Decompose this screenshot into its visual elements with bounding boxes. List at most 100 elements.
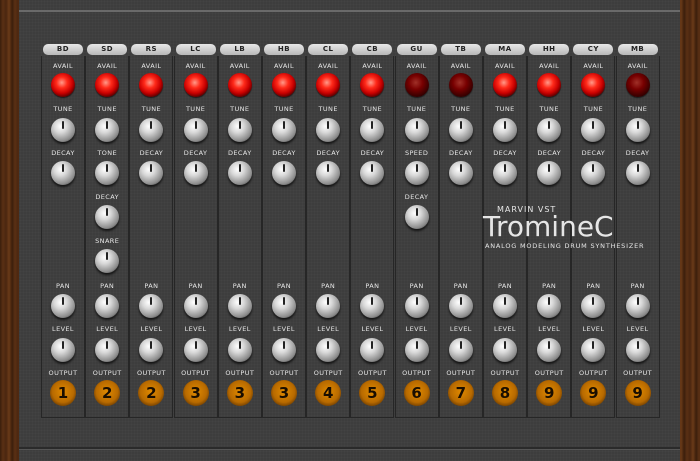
- avail-led[interactable]: [625, 73, 650, 97]
- avail-led[interactable]: [537, 73, 562, 97]
- output-label: OUTPUT: [490, 369, 520, 377]
- output-selector[interactable]: 9: [624, 380, 651, 406]
- output-selector[interactable]: 8: [492, 380, 518, 406]
- level-knob[interactable]: [183, 338, 208, 362]
- tune-knob[interactable]: [493, 118, 517, 142]
- tune-knob[interactable]: [537, 118, 562, 142]
- tune-knob[interactable]: [316, 118, 341, 142]
- output-selector[interactable]: 1: [50, 380, 76, 406]
- output-selector[interactable]: 4: [315, 380, 342, 406]
- strip-divider: [129, 417, 174, 418]
- tone-knob[interactable]: [95, 161, 120, 185]
- pan-label: PAN: [453, 282, 468, 290]
- speed-label: SPEED: [404, 149, 429, 157]
- level-knob[interactable]: [227, 338, 252, 362]
- decay-knob[interactable]: [493, 161, 517, 185]
- decay-knob[interactable]: [51, 161, 75, 185]
- level-knob[interactable]: [493, 338, 517, 362]
- tune-knob[interactable]: [272, 118, 296, 142]
- decay-knob[interactable]: [139, 161, 164, 185]
- channel-strip-hb: HB AVAIL TUNE DECAY PAN LEVEL OUTPUT 3: [262, 42, 306, 418]
- pan-label: PAN: [586, 282, 601, 290]
- decay-knob[interactable]: [183, 161, 208, 185]
- tune-knob[interactable]: [139, 118, 164, 142]
- tune-knob[interactable]: [625, 118, 650, 142]
- output-selector[interactable]: 3: [271, 380, 297, 406]
- avail-led[interactable]: [448, 73, 473, 97]
- avail-led[interactable]: [51, 73, 75, 97]
- pan-knob[interactable]: [581, 294, 606, 318]
- output-selector[interactable]: 9: [580, 380, 607, 406]
- pan-knob[interactable]: [227, 294, 252, 318]
- avail-led[interactable]: [139, 73, 164, 97]
- level-knob[interactable]: [360, 338, 385, 362]
- channel-strip-gu: GU AVAIL TUNE PAN LEVEL OUTPUT 6 SPEED DECAY: [394, 42, 439, 418]
- pan-knob[interactable]: [493, 294, 517, 318]
- pan-knob[interactable]: [316, 294, 341, 318]
- tune-knob[interactable]: [51, 118, 75, 142]
- decay-knob[interactable]: [272, 161, 296, 185]
- tune-knob[interactable]: [95, 118, 120, 142]
- output-selector[interactable]: 7: [447, 380, 474, 406]
- pan-knob[interactable]: [139, 294, 164, 318]
- output-selector[interactable]: 2: [138, 380, 165, 406]
- decay-knob[interactable]: [95, 205, 120, 229]
- pan-knob[interactable]: [448, 294, 473, 318]
- decay-knob[interactable]: [316, 161, 341, 185]
- pan-label: PAN: [497, 282, 512, 290]
- level-knob[interactable]: [537, 338, 562, 362]
- avail-led[interactable]: [183, 73, 208, 97]
- level-knob[interactable]: [272, 338, 296, 362]
- pan-knob[interactable]: [625, 294, 650, 318]
- avail-led[interactable]: [316, 73, 341, 97]
- tune-knob[interactable]: [227, 118, 252, 142]
- output-selector[interactable]: 2: [94, 380, 121, 406]
- snare-label: SNARE: [95, 237, 120, 245]
- strip-divider: [262, 417, 306, 418]
- decay-knob[interactable]: [360, 161, 385, 185]
- avail-led[interactable]: [404, 73, 429, 97]
- output-selector[interactable]: 6: [403, 380, 430, 406]
- pan-knob[interactable]: [51, 294, 75, 318]
- level-label: LEVEL: [228, 325, 251, 333]
- decay-knob[interactable]: [581, 161, 606, 185]
- avail-led[interactable]: [272, 73, 296, 97]
- tune-knob[interactable]: [183, 118, 208, 142]
- level-knob[interactable]: [448, 338, 473, 362]
- avail-led[interactable]: [493, 73, 517, 97]
- decay-knob[interactable]: [227, 161, 252, 185]
- level-knob[interactable]: [581, 338, 606, 362]
- pan-knob[interactable]: [360, 294, 385, 318]
- output-selector[interactable]: 5: [359, 380, 386, 406]
- decay-knob[interactable]: [448, 161, 473, 185]
- pan-knob[interactable]: [183, 294, 208, 318]
- avail-led[interactable]: [581, 73, 606, 97]
- pan-knob[interactable]: [537, 294, 562, 318]
- tune-knob[interactable]: [448, 118, 473, 142]
- decay-knob[interactable]: [404, 294, 429, 318]
- avail-led[interactable]: [227, 73, 252, 97]
- tune-knob[interactable]: [581, 118, 606, 142]
- speed-knob[interactable]: [404, 161, 429, 185]
- avail-led[interactable]: [95, 73, 120, 97]
- channel-name: HB: [264, 44, 304, 55]
- decay-knob[interactable]: [404, 338, 429, 362]
- output-selector[interactable]: 3: [182, 380, 209, 406]
- pan-knob[interactable]: [272, 294, 296, 318]
- decay-knob[interactable]: [537, 161, 562, 185]
- level-knob[interactable]: [625, 338, 650, 362]
- level-knob[interactable]: [139, 338, 164, 362]
- decay-knob[interactable]: [404, 205, 429, 229]
- level-knob[interactable]: [316, 338, 341, 362]
- avail-led[interactable]: [360, 73, 385, 97]
- snare-knob[interactable]: [95, 338, 120, 362]
- decay-label: DECAY: [625, 149, 650, 157]
- tune-knob[interactable]: [360, 118, 385, 142]
- tune-knob[interactable]: [404, 118, 429, 142]
- decay-knob[interactable]: [625, 161, 650, 185]
- snare-knob[interactable]: [95, 249, 120, 273]
- output-selector[interactable]: 3: [226, 380, 253, 406]
- output-selector[interactable]: 9: [536, 380, 563, 406]
- level-knob[interactable]: [51, 338, 75, 362]
- snare-knob[interactable]: [95, 294, 120, 318]
